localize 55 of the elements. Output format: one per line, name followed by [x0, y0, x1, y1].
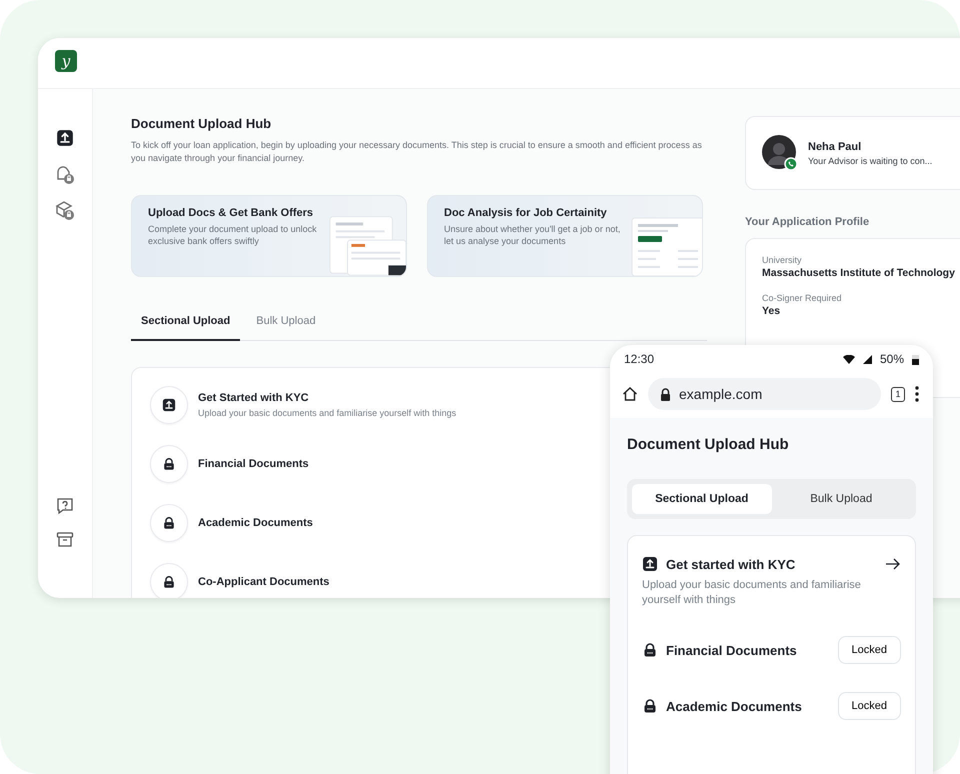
url-text: example.com: [679, 386, 762, 402]
more-menu-icon[interactable]: [915, 386, 919, 402]
tab[interactable]: Sectional Upload: [632, 484, 772, 514]
promo-title: Upload Docs & Get Bank Offers: [148, 207, 314, 219]
status-time: 12:30: [624, 352, 656, 366]
app-logo[interactable]: y: [55, 50, 77, 72]
battery-level: 50%: [880, 352, 904, 366]
arrow-right-icon[interactable]: [885, 558, 901, 570]
tab[interactable]: Bulk Upload: [772, 484, 911, 514]
lock-icon: [660, 388, 671, 400]
lock-icon: [642, 698, 658, 714]
page-title: Document Upload Hub: [131, 116, 272, 131]
advisor-card[interactable]: Neha Paul Your Advisor is waiting to con...: [745, 116, 960, 190]
section-title[interactable]: Academic Documents: [666, 698, 830, 714]
battery-icon: [912, 354, 919, 364]
section-title[interactable]: Co-Applicant Documents: [198, 576, 330, 588]
field-value: Yes: [762, 305, 782, 317]
tab[interactable]: Bulk Upload: [246, 305, 326, 341]
lock-icon: [162, 575, 176, 589]
upload-icon: [642, 556, 658, 572]
help-icon[interactable]: [55, 496, 75, 516]
lock-icon: [162, 516, 176, 530]
home-icon[interactable]: [622, 386, 638, 402]
section-title[interactable]: Academic Documents: [198, 517, 313, 529]
promo-card[interactable]: Upload Docs & Get Bank Offers Complete your document upload to unlock exclusive bank offers swiftly: [131, 195, 407, 277]
section-title[interactable]: Financial Documents: [666, 642, 830, 658]
avatar: [762, 135, 798, 171]
promo-text: Unsure about whether you'll get a job or not, let us analyse your documents: [444, 223, 622, 247]
section-subtitle: Upload your basic documents and familiarise yourself with things: [198, 408, 456, 418]
signal-icon: [862, 354, 872, 364]
locked-button[interactable]: Locked: [838, 692, 901, 720]
field-value: Massachusetts Institute of Technology: [762, 267, 956, 279]
advisor-status: Your Advisor is waiting to con...: [808, 156, 932, 166]
tab-count-button[interactable]: 1: [891, 386, 905, 402]
lock-icon: [642, 642, 658, 658]
promo-title: Doc Analysis for Job Certainity: [444, 207, 608, 219]
upload-icon: [56, 129, 74, 147]
locked-button[interactable]: Locked: [838, 636, 901, 664]
promo-text: Complete your document upload to unlock exclusive bank offers swiftly: [148, 223, 318, 247]
page-title: Document Upload Hub: [627, 436, 790, 453]
upload-icon: [162, 398, 176, 412]
promo-card[interactable]: Doc Analysis for Job Certainity Unsure about whether you'll get a job or not, let us analyse your documents: [427, 195, 703, 277]
section-title[interactable]: Financial Documents: [198, 458, 309, 470]
wifi-icon: [842, 354, 855, 364]
address-bar[interactable]: example.com: [648, 378, 881, 410]
profile-heading: Your Application Profile: [745, 216, 870, 228]
field-label: University: [762, 255, 803, 265]
tab[interactable]: Sectional Upload: [131, 305, 240, 341]
section-subtitle: Upload your basic documents and familiarise yourself with things: [642, 578, 862, 608]
section-title[interactable]: Get Started with KYC: [198, 392, 456, 404]
lock-icon: [162, 457, 176, 471]
advisor-name: Neha Paul: [808, 140, 862, 152]
section-title[interactable]: Get started with KYC: [666, 556, 877, 572]
intro-text: To kick off your loan application, begin by uploading your necessary documents. This step is crucial to ensure a smooth and efficient process as you navigate through your financial journey.: [131, 139, 703, 165]
field-label: Co-Signer Required: [762, 293, 843, 303]
